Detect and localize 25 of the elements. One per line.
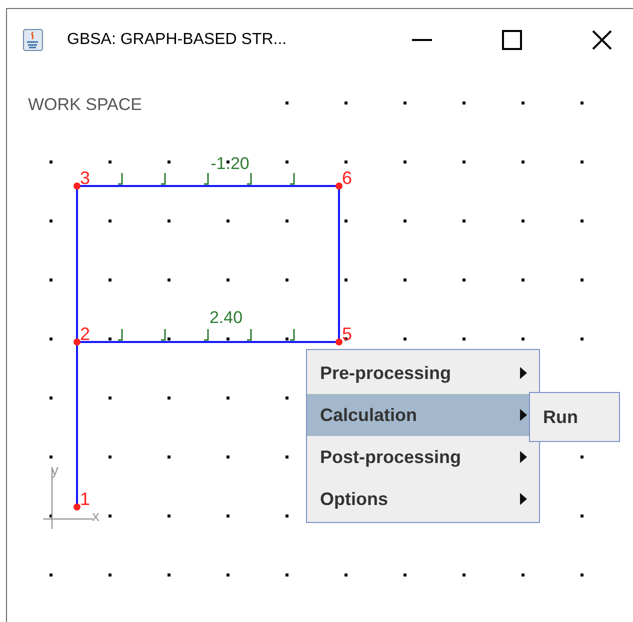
submenu-arrow-icon: [520, 409, 527, 421]
node-label: 5: [342, 324, 352, 344]
window-title: GBSA: GRAPH-BASED STR...: [67, 30, 287, 50]
submenu-arrow-icon: [520, 367, 527, 379]
menu-item[interactable]: Post-processing: [307, 436, 539, 478]
node-label: 1: [80, 489, 90, 509]
load-value: -1.20: [210, 154, 250, 173]
cup-icon: [23, 29, 43, 51]
node-label: 6: [342, 168, 352, 188]
close-icon: [592, 30, 612, 50]
node-dot: [74, 338, 80, 346]
node-dot: [336, 338, 342, 346]
submenu-arrow-icon: [520, 451, 527, 463]
menu-item[interactable]: Options: [307, 478, 539, 520]
minimize-icon: [412, 39, 432, 41]
maximize-icon: [502, 30, 522, 50]
submenu-arrow-icon: [520, 493, 527, 505]
node-dot: [336, 182, 342, 190]
node-label: 2: [80, 324, 90, 344]
load-value: 2.40: [209, 308, 243, 327]
node-dot: [74, 182, 80, 190]
workspace-label: WORK SPACE: [28, 95, 142, 114]
menu-item[interactable]: Pre-processing: [307, 352, 539, 394]
node-label: 3: [80, 168, 90, 188]
node-dot: [74, 504, 80, 510]
